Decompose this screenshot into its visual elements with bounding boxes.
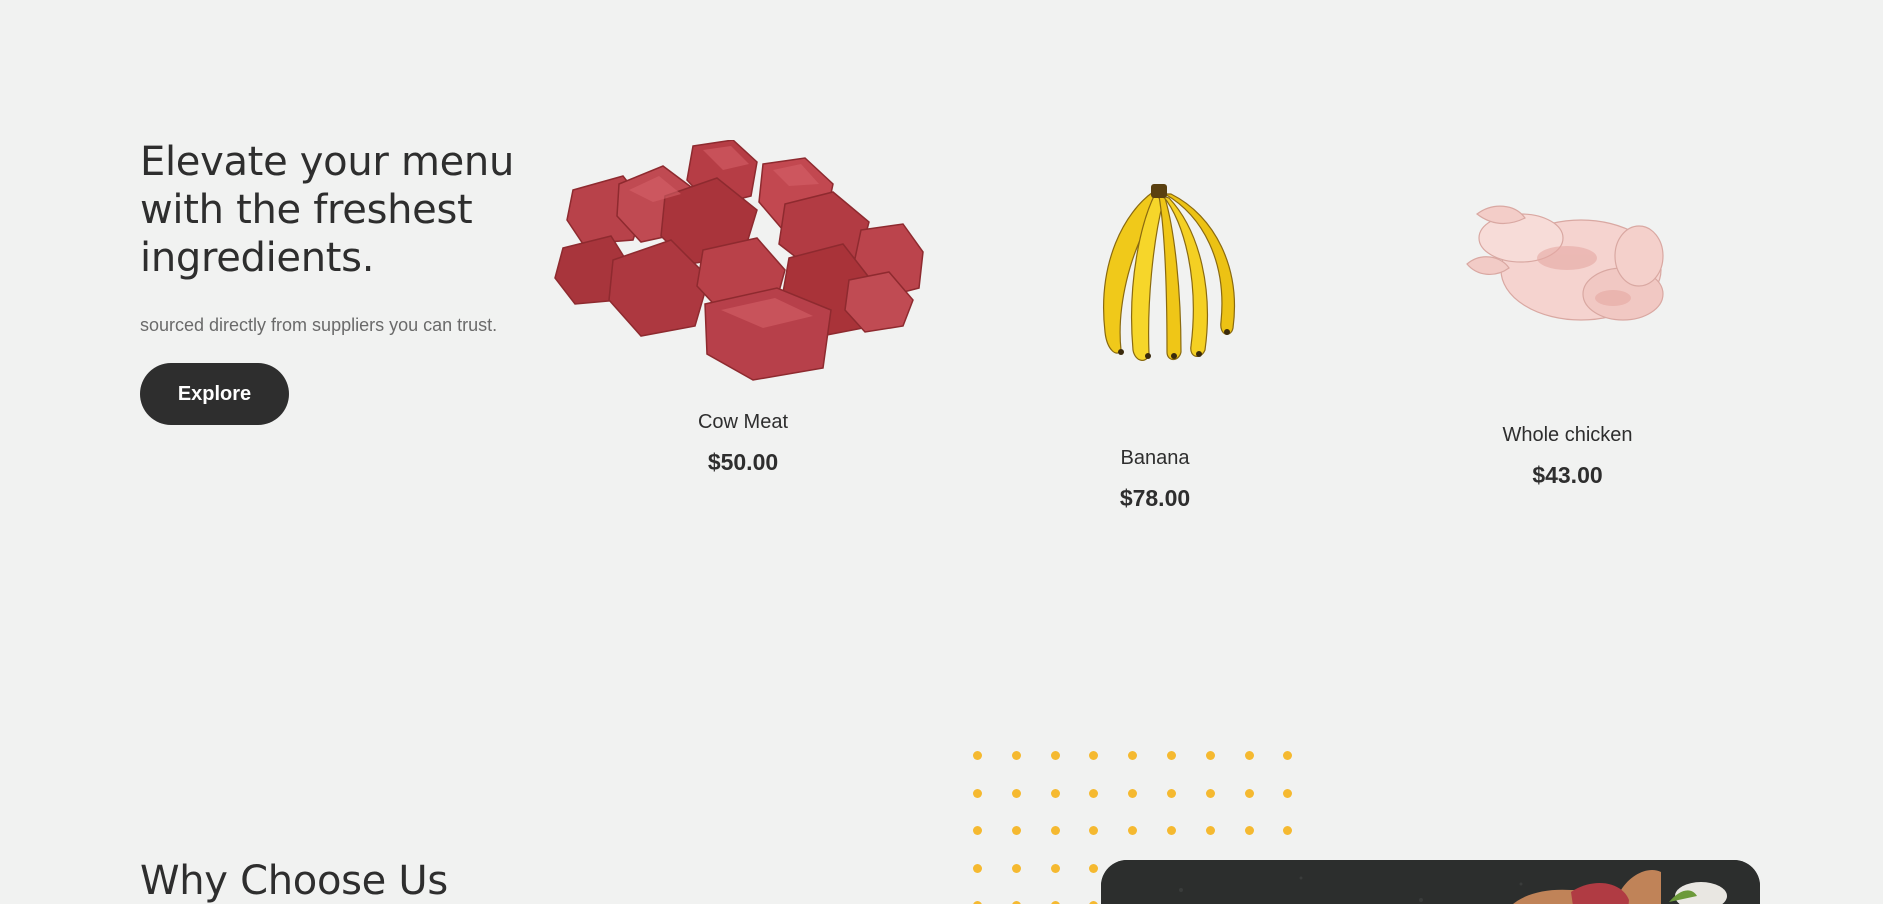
decorative-dot [1128, 788, 1138, 798]
whole-chicken-image [1465, 205, 1664, 321]
decorative-dot [1011, 826, 1021, 835]
decorative-dot [1283, 826, 1293, 835]
product-card-cow-meat[interactable]: Cow Meat $50.00 [553, 140, 933, 476]
product-name[interactable]: Cow Meat [553, 411, 933, 434]
decorative-dot [1050, 826, 1060, 835]
decorative-dot [973, 751, 982, 760]
hero-title: Elevate your menu with the freshest ingr… [140, 139, 515, 281]
decorative-dot [1205, 788, 1215, 798]
decorative-dot [1283, 788, 1293, 798]
decorative-dot [973, 826, 982, 835]
decorative-dot [1244, 788, 1254, 798]
decorative-dot [1089, 788, 1099, 798]
product-name[interactable]: Banana [1055, 447, 1255, 470]
decorative-dot [973, 788, 982, 798]
decorative-dot [1050, 788, 1060, 798]
hero-section: Elevate your menu with the freshest ingr… [140, 138, 530, 425]
decorative-dot [1050, 751, 1060, 760]
product-card-banana[interactable]: Banana $78.00 [1055, 182, 1255, 512]
decorative-dot [1244, 751, 1254, 760]
product-name[interactable]: Whole chicken [1450, 424, 1685, 447]
explore-button[interactable]: Explore [140, 363, 289, 425]
decorative-dot [1050, 863, 1060, 873]
decorative-dot [1089, 751, 1099, 760]
decorative-dot [1128, 751, 1138, 760]
decorative-dot [1244, 826, 1254, 835]
cow-meat-image [554, 140, 924, 381]
decorative-dot [1089, 863, 1099, 873]
product-card-whole-chicken[interactable]: Whole chicken $43.00 [1450, 198, 1685, 489]
decorative-dot [1167, 751, 1176, 760]
product-price: $43.00 [1532, 462, 1603, 488]
decorative-dot [1011, 863, 1021, 873]
decorative-dot [1128, 826, 1138, 835]
banana-image [1103, 184, 1235, 361]
decorative-dot [1205, 751, 1215, 760]
decorative-dot [1167, 788, 1176, 798]
decorative-dot [1089, 826, 1099, 835]
why-choose-us-title: Why Choose Us [140, 858, 448, 904]
decorative-dot [1167, 826, 1176, 835]
promo-image [1101, 860, 1760, 904]
decorative-dot [1283, 751, 1293, 760]
decorative-dot [1011, 788, 1021, 798]
meat-board-image [1101, 860, 1760, 904]
decorative-dot [973, 863, 982, 873]
product-price: $50.00 [707, 449, 779, 475]
hero-subtitle: sourced directly from suppliers you can … [140, 315, 498, 335]
decorative-dot [1011, 751, 1021, 760]
product-price: $78.00 [1119, 485, 1191, 511]
decorative-dot [1205, 826, 1215, 835]
